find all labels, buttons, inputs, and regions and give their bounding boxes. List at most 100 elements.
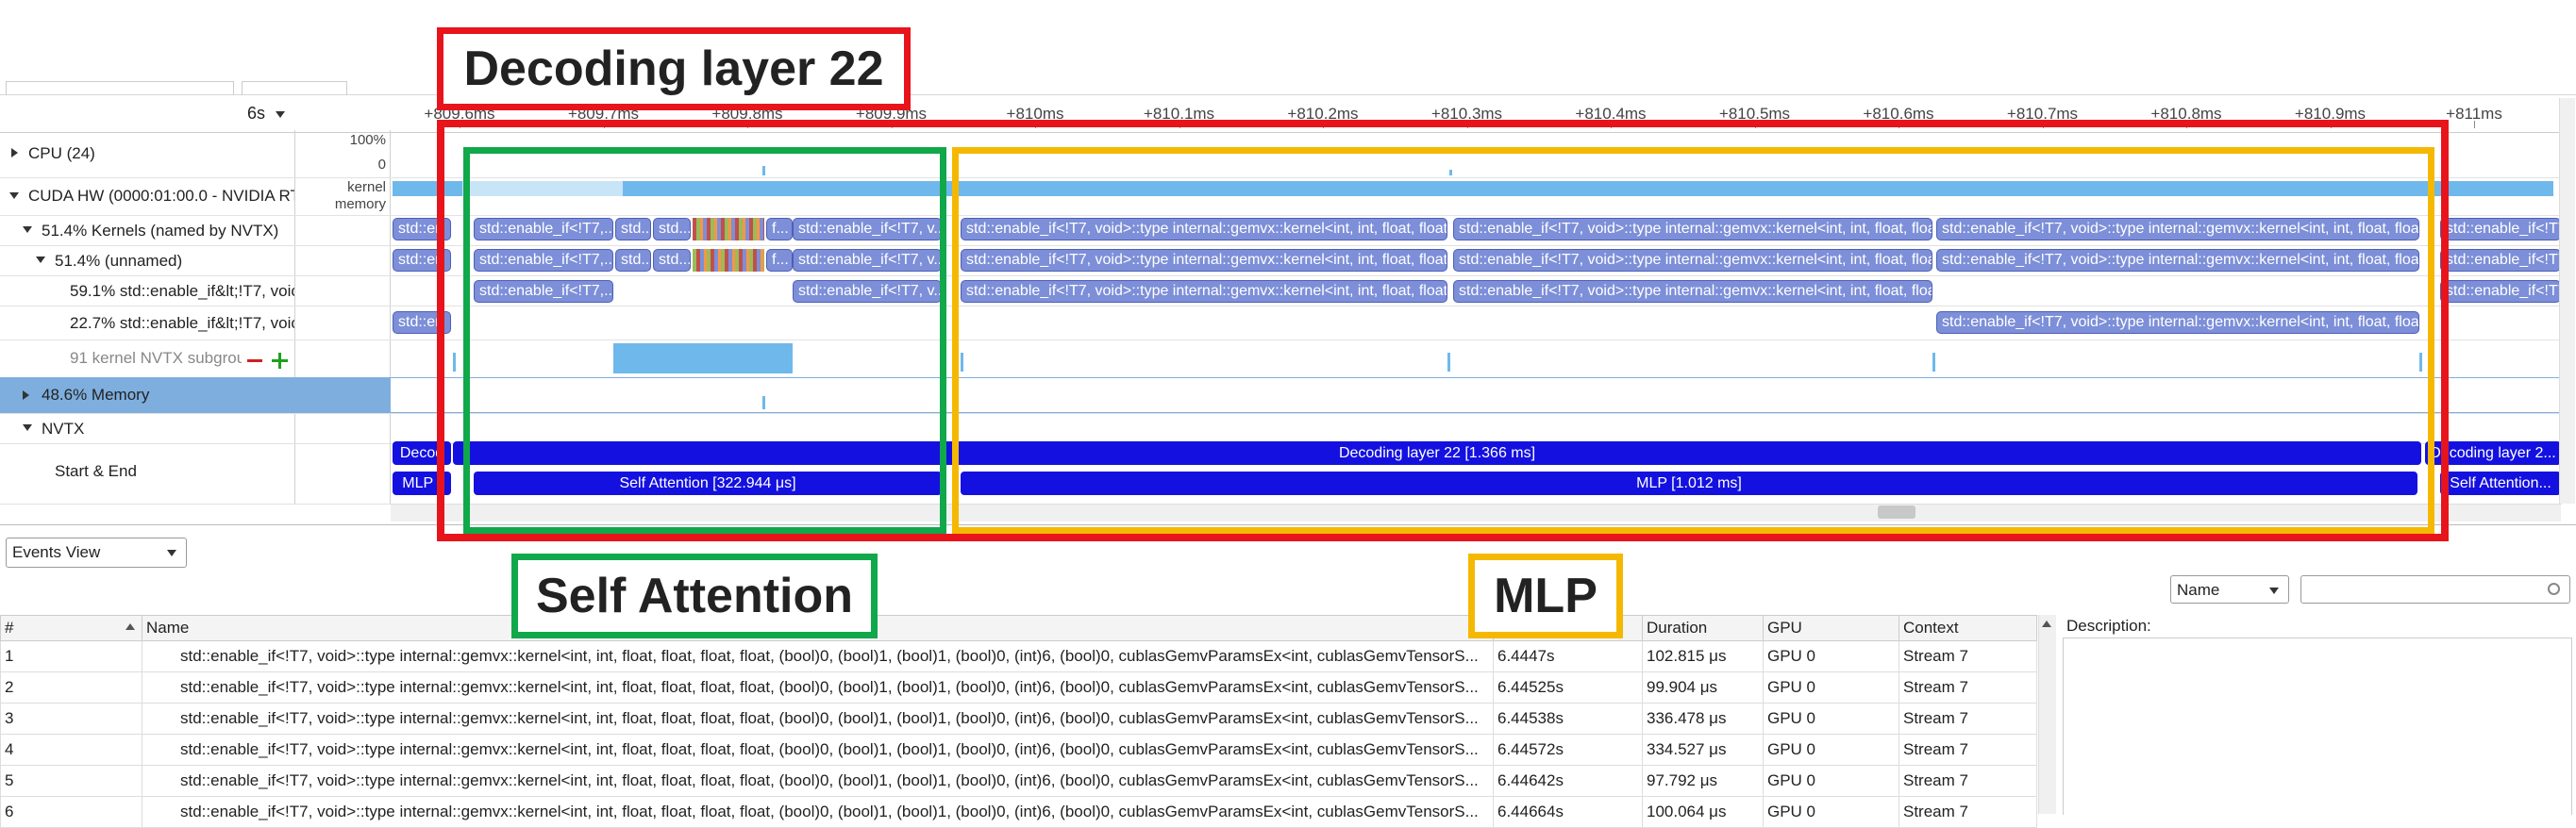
kernel-bar[interactable]: std::enable_if<!T7, ... xyxy=(2440,280,2561,303)
kernels-row-label: 51.4% Kernels (named by NVTX) xyxy=(42,222,279,240)
timeline-vscrollbar[interactable] xyxy=(2559,98,2575,504)
chevron-down-icon xyxy=(167,550,176,556)
nvtx-self-attention-right[interactable]: Self Attention... xyxy=(2440,472,2561,495)
cell-name: std::enable_if<!T7, void>::type internal… xyxy=(142,640,1494,672)
kernel-bar[interactable]: std::enable_if<!T7, ... xyxy=(2440,218,2561,240)
cell-gpu: GPU 0 xyxy=(1763,765,1899,797)
kernel-bar[interactable]: std::enable_if<!T7, ... xyxy=(2440,249,2561,272)
memory-row-label: 48.6% Memory xyxy=(42,386,150,404)
table-row[interactable]: 2 std::enable_if<!T7, void>::type interna… xyxy=(0,671,2037,704)
cell-gpu: GPU 0 xyxy=(1763,640,1899,672)
cell-gpu: GPU 0 xyxy=(1763,671,1899,704)
cell-number: 2 xyxy=(0,671,142,704)
subgroup-row-label: 91 kernel NVTX subgrou xyxy=(70,349,242,367)
top-toolbar-strip xyxy=(0,0,2576,95)
collapse-arrow-icon[interactable] xyxy=(9,192,19,199)
cell-gpu: GPU 0 xyxy=(1763,796,1899,828)
zoom-selector[interactable]: 6s xyxy=(247,104,286,124)
mlp-highlight-box xyxy=(952,147,2434,534)
cuda-sublabels: kernel memory xyxy=(295,177,390,215)
self-attention-highlight-box xyxy=(463,147,946,534)
collapse-arrow-icon[interactable] xyxy=(23,424,32,431)
zoom-label: 6s xyxy=(247,104,266,123)
cell-name: std::enable_if<!T7, void>::type internal… xyxy=(142,765,1494,797)
kernel-sublabel: kernel xyxy=(347,179,386,195)
cell-context: Stream 7 xyxy=(1899,734,2037,766)
cpu-scale-bottom: 0 xyxy=(377,157,386,173)
col-header-context[interactable]: Context xyxy=(1899,615,2037,641)
collapse-arrow-icon[interactable] xyxy=(36,257,45,263)
cell-context: Stream 7 xyxy=(1899,765,2037,797)
events-table: # Name Duration GPU Context 1 std::enable… xyxy=(0,615,2037,828)
chevron-down-icon xyxy=(2269,588,2279,594)
cell-name: std::enable_if<!T7, void>::type internal… xyxy=(142,734,1494,766)
unnamed-row-label: 51.4% (unnamed) xyxy=(55,252,183,270)
cell-number: 5 xyxy=(0,765,142,797)
events-view-select[interactable]: Events View xyxy=(6,538,187,568)
events-vscrollbar[interactable] xyxy=(2038,615,2056,814)
cell-number: 3 xyxy=(0,703,142,735)
cell-context: Stream 7 xyxy=(1899,703,2037,735)
cell-name: std::enable_if<!T7, void>::type internal… xyxy=(142,671,1494,704)
table-row[interactable]: 3 std::enable_if<!T7, void>::type interna… xyxy=(0,703,2037,735)
search-input[interactable] xyxy=(2300,575,2570,604)
expand-arrow-icon[interactable] xyxy=(23,390,29,400)
sort-field-select[interactable]: Name xyxy=(2170,575,2289,604)
table-row[interactable]: 4 std::enable_if<!T7, void>::type interna… xyxy=(0,734,2037,766)
k591-row-label: 59.1% std::enable_if&lt;!T7, voic xyxy=(70,282,294,300)
cell-start: 6.44538s xyxy=(1493,703,1643,735)
description-panel xyxy=(2063,638,2572,815)
table-row[interactable]: 6 std::enable_if<!T7, void>::type interna… xyxy=(0,796,2037,828)
cell-duration: 97.792 μs xyxy=(1642,765,1764,797)
cell-duration: 102.815 μs xyxy=(1642,640,1764,672)
toolbar-field[interactable] xyxy=(242,81,347,95)
remove-subgroup-icon[interactable] xyxy=(247,359,262,362)
cell-number: 1 xyxy=(0,640,142,672)
k227-row-label: 22.7% std::enable_if&lt;!T7, voic xyxy=(70,314,294,332)
table-row[interactable]: 1 std::enable_if<!T7, void>::type interna… xyxy=(0,640,2037,672)
nvtx-row-label: NVTX xyxy=(42,420,85,438)
cell-duration: 334.527 μs xyxy=(1642,734,1764,766)
scroll-up-icon[interactable] xyxy=(2042,621,2051,627)
cell-duration: 336.478 μs xyxy=(1642,703,1764,735)
time-tick-mark xyxy=(2474,121,2475,128)
memory-sublabel: memory xyxy=(334,196,386,212)
col-header-gpu[interactable]: GPU xyxy=(1763,615,1899,641)
sort-field-label: Name xyxy=(2177,581,2220,599)
decoding-layer-label: Decoding layer 22 xyxy=(437,27,911,110)
events-header-row: # Name Duration GPU Context xyxy=(0,615,2037,641)
table-row[interactable]: 5 std::enable_if<!T7, void>::type interna… xyxy=(0,765,2037,797)
cpu-row-label: CPU (24) xyxy=(28,144,95,162)
col-header-number[interactable]: # xyxy=(0,615,142,641)
cell-context: Stream 7 xyxy=(1899,671,2037,704)
cell-duration: 100.064 μs xyxy=(1642,796,1764,828)
search-icon xyxy=(2548,583,2560,595)
cell-context: Stream 7 xyxy=(1899,640,2037,672)
cpu-scale: 100% 0 xyxy=(295,132,390,177)
sort-ascending-icon xyxy=(125,622,135,630)
cell-name: std::enable_if<!T7, void>::type internal… xyxy=(142,703,1494,735)
toolbar-field[interactable] xyxy=(6,81,234,95)
expand-arrow-icon[interactable] xyxy=(11,148,18,157)
cell-start: 6.44525s xyxy=(1493,671,1643,704)
cell-name: std::enable_if<!T7, void>::type internal… xyxy=(142,796,1494,828)
description-label: Description: xyxy=(2066,617,2151,635)
cell-context: Stream 7 xyxy=(1899,796,2037,828)
cell-start: 6.44664s xyxy=(1493,796,1643,828)
events-view-label: Events View xyxy=(12,543,101,561)
cell-number: 6 xyxy=(0,796,142,828)
collapse-arrow-icon[interactable] xyxy=(23,226,32,233)
cell-start: 6.44572s xyxy=(1493,734,1643,766)
col-header-duration[interactable]: Duration xyxy=(1642,615,1764,641)
startend-row-label: Start & End xyxy=(55,462,137,480)
chevron-down-icon xyxy=(276,110,286,118)
mlp-label: MLP xyxy=(1468,554,1623,638)
cuda-row-label: CUDA HW (0000:01:00.0 - NVIDIA RT xyxy=(28,187,294,205)
cell-gpu: GPU 0 xyxy=(1763,703,1899,735)
self-attention-label: Self Attention xyxy=(511,554,878,638)
cell-number: 4 xyxy=(0,734,142,766)
add-subgroup-icon[interactable] xyxy=(272,353,288,369)
cell-gpu: GPU 0 xyxy=(1763,734,1899,766)
cell-start: 6.44642s xyxy=(1493,765,1643,797)
cell-duration: 99.904 μs xyxy=(1642,671,1764,704)
